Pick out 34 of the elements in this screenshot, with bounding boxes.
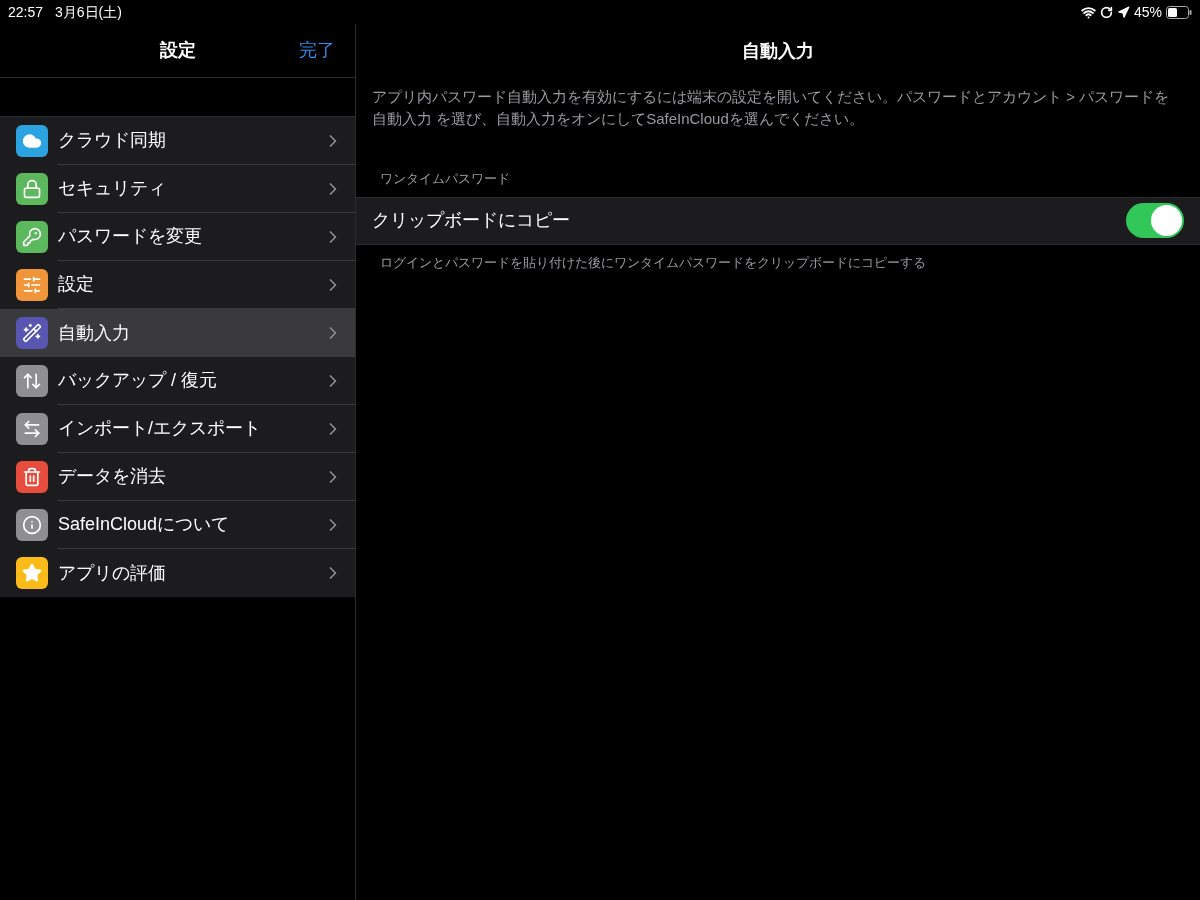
battery-icon: [1166, 5, 1192, 19]
status-date: 3月6日(土): [55, 2, 122, 22]
footer-text: ログインとパスワードを貼り付けた後にワンタイムパスワードをクリップボードにコピーする: [379, 253, 927, 272]
settings-row[interactable]: 自動入力: [0, 309, 355, 357]
row-label: 自動入力: [58, 321, 131, 345]
description-text: アプリ内パスワード自動入力を有効にするには端末の設定を開いてください。パスワードとアカウント > パスワードを自動入力 を選び、自動入力をオンにしてSafeInCloudを選んでください。: [371, 87, 1171, 129]
settings-row[interactable]: SafeInCloudについて: [0, 501, 355, 549]
row-label: バックアップ / 復元: [58, 369, 218, 392]
settings-row[interactable]: データを消去: [0, 453, 355, 501]
detail-title: 自動入力: [742, 39, 814, 63]
settings-row[interactable]: 設定: [0, 261, 355, 309]
location-arrow-icon: [1116, 5, 1130, 19]
toggle-label: クリップボードにコピー: [372, 209, 571, 232]
row-label: セキュリティ: [58, 177, 167, 200]
section-header: ワンタイムパスワード: [379, 170, 511, 188]
battery-percentage: 45%: [1133, 2, 1162, 22]
sidebar-title: 設定: [159, 39, 196, 62]
row-label: パスワードを変更: [58, 225, 203, 248]
status-time: 22:57: [8, 2, 44, 22]
row-label: SafeInCloudについて: [58, 513, 231, 536]
row-label: クラウド同期: [58, 129, 167, 152]
settings-row[interactable]: アプリの評価: [0, 549, 355, 597]
wifi-icon: [1080, 4, 1096, 20]
done-button[interactable]: 完了: [299, 37, 335, 64]
row-label: アプリの評価: [58, 561, 167, 585]
toggle-switch[interactable]: [1126, 203, 1184, 238]
settings-row[interactable]: パスワードを変更: [0, 213, 355, 261]
row-label: 設定: [58, 273, 95, 296]
row-label: インポート/エクスポート: [58, 417, 262, 440]
settings-row[interactable]: セキュリティ: [0, 165, 355, 213]
settings-row[interactable]: バックアップ / 復元: [0, 357, 355, 405]
settings-row[interactable]: クラウド同期: [0, 117, 355, 165]
settings-row[interactable]: インポート/エクスポート: [0, 405, 355, 453]
row-label: データを消去: [58, 465, 167, 488]
